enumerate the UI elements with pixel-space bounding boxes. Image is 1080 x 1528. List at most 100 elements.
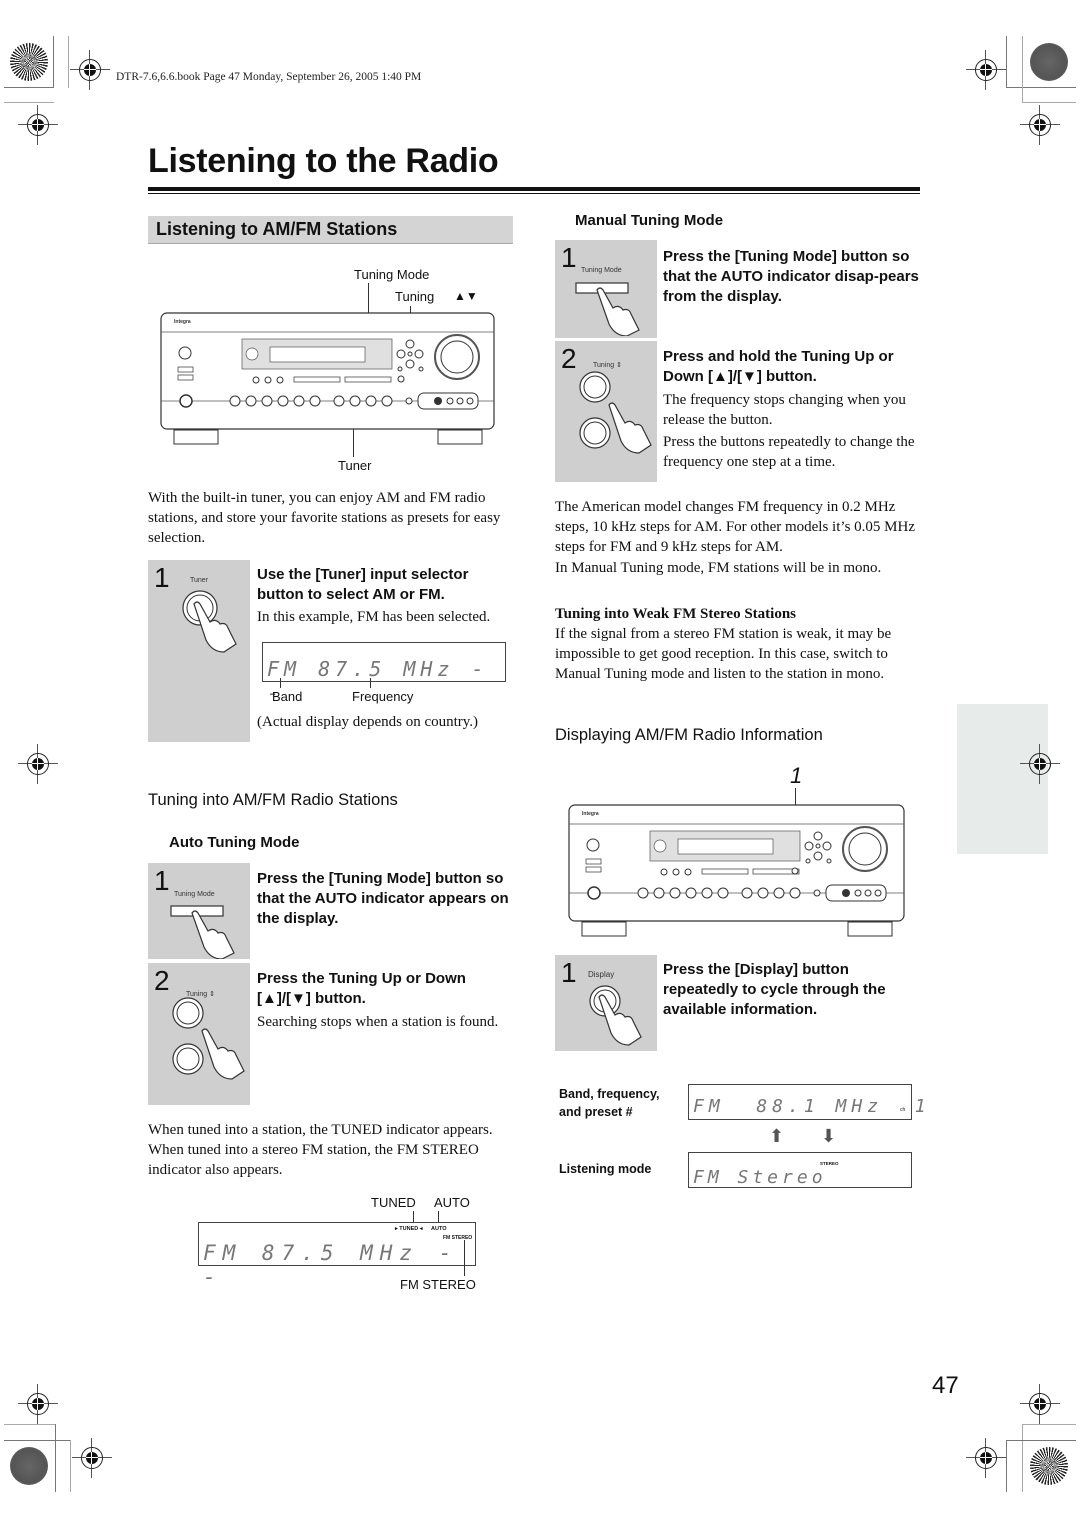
registration-mark bbox=[1020, 744, 1060, 784]
registration-starburst-top-left bbox=[10, 43, 48, 81]
step-number: 1 bbox=[154, 562, 170, 593]
lcd-display-tuned: ▸ TUNED ◂ AUTO FM STEREO FM 87.5 MHz -- bbox=[198, 1222, 476, 1289]
page-title: Listening to the Radio bbox=[148, 142, 499, 180]
finger-press-icon bbox=[182, 590, 237, 653]
auto-tuning-heading: Auto Tuning Mode bbox=[169, 834, 300, 851]
registration-mark bbox=[18, 744, 58, 784]
step-heading: Use the [Tuner] input selector button to… bbox=[257, 566, 469, 603]
tuned-callout: TUNED bbox=[371, 1195, 416, 1210]
step-number: 1 bbox=[561, 957, 577, 988]
intro-paragraph: With the built-in tuner, you can enjoy A… bbox=[148, 490, 501, 546]
display-row-label: Band, frequency, and preset # bbox=[559, 1087, 660, 1119]
step-size-note: The American model changes FM frequency … bbox=[555, 499, 915, 555]
finger-press-icon bbox=[579, 371, 652, 454]
section-title: Listening to AM/FM Stations bbox=[156, 219, 398, 239]
crop-line bbox=[70, 1440, 71, 1492]
page-number: 47 bbox=[932, 1372, 959, 1399]
crop-line bbox=[55, 1424, 56, 1492]
step-text: The frequency stops changing when you re… bbox=[663, 392, 906, 428]
tuned-paragraph: When tuned into a station, the TUNED ind… bbox=[148, 1122, 493, 1178]
crop-line bbox=[1006, 1440, 1076, 1441]
step-image-label: Tuning ⇕ bbox=[593, 362, 622, 369]
receiver-front-panel-image: Integra bbox=[160, 312, 495, 445]
callout-line bbox=[280, 678, 281, 688]
receiver-front-panel-image: Integra bbox=[568, 804, 905, 937]
step-image-tuning: 2 Tuning ⇕ bbox=[555, 341, 657, 482]
finger-press-icon bbox=[575, 282, 640, 336]
subsection-title: Displaying AM/FM Radio Information bbox=[555, 726, 823, 744]
fm-stereo-callout: FM STEREO bbox=[400, 1277, 476, 1292]
registration-mark bbox=[18, 105, 58, 145]
weak-stations-heading: Tuning into Weak FM Stereo Stations bbox=[555, 606, 797, 622]
lcd-display-listening-mode: STEREO FM Stereo bbox=[688, 1152, 912, 1188]
step-image-label: Display bbox=[588, 970, 615, 979]
crop-line bbox=[4, 1424, 56, 1425]
crop-line bbox=[1022, 1424, 1076, 1425]
crop-line bbox=[68, 36, 69, 88]
step-heading: Press and hold the Tuning Up or Down [▲]… bbox=[663, 348, 894, 385]
crop-line bbox=[1006, 87, 1076, 88]
crop-line bbox=[1006, 36, 1007, 88]
step-text: Press the buttons repeatedly to change t… bbox=[663, 434, 915, 470]
title-rule bbox=[148, 187, 920, 191]
lcd-display-frequency: FM 88.1 MHz 1 ch bbox=[688, 1084, 926, 1120]
lcd-text: FM 88.1 MHz 1 bbox=[693, 1096, 931, 1117]
frequency-label: Frequency bbox=[352, 689, 414, 704]
brand-logo: Integra bbox=[174, 319, 191, 325]
step-image-tuning: 2 Tuning ⇕ bbox=[148, 963, 250, 1105]
manual-tuning-heading: Manual Tuning Mode bbox=[575, 212, 724, 229]
callout-tuning-mode: Tuning Mode bbox=[354, 267, 430, 282]
finger-press-icon bbox=[589, 985, 642, 1046]
registration-mark bbox=[18, 1384, 58, 1424]
crop-line bbox=[4, 1440, 70, 1441]
step-heading: Press the [Display] button repeatedly to… bbox=[663, 961, 886, 1018]
subsection-title: Tuning into AM/FM Radio Stations bbox=[148, 791, 398, 809]
step-image-label: Tuner bbox=[190, 577, 209, 584]
callout-tuner: Tuner bbox=[338, 458, 372, 473]
step-image-label: Tuning Mode bbox=[174, 891, 215, 898]
registration-starburst-top-right bbox=[1030, 43, 1068, 81]
crop-line bbox=[4, 87, 54, 88]
step-image-display: 1 Display bbox=[555, 955, 657, 1051]
callout-number: 1 bbox=[790, 763, 803, 788]
step-image-tuner: 1 Tuner bbox=[148, 560, 250, 742]
channel-suffix: ch bbox=[900, 1107, 906, 1113]
step-number: 1 bbox=[561, 242, 577, 273]
print-metadata: DTR-7.6,6.6.book Page 47 Monday, Septemb… bbox=[116, 71, 422, 83]
auto-callout: AUTO bbox=[434, 1195, 470, 1210]
step-text: In this example, FM has been selected. bbox=[257, 609, 491, 625]
step-image-label: Tuning Mode bbox=[581, 267, 622, 274]
step-image-tuning-mode: 1 Tuning Mode bbox=[555, 240, 657, 338]
step-text: Searching stops when a station is found. bbox=[257, 1014, 499, 1030]
arrow-up-icon: ⬆ bbox=[769, 1126, 785, 1146]
crop-line bbox=[1022, 102, 1076, 103]
step-heading: Press the [Tuning Mode] button so that t… bbox=[663, 248, 919, 305]
finger-press-icon bbox=[170, 905, 235, 959]
display-row-label: Listening mode bbox=[559, 1162, 652, 1176]
step-heading: Press the Tuning Up or Down [▲]/[▼] butt… bbox=[257, 970, 466, 1007]
crop-line bbox=[1006, 1440, 1007, 1492]
finger-press-icon bbox=[172, 997, 245, 1080]
registration-mark bbox=[966, 1438, 1006, 1478]
crop-line bbox=[4, 102, 54, 103]
callout-line bbox=[370, 678, 371, 688]
registration-starburst-bottom-left bbox=[10, 1447, 48, 1485]
crop-line bbox=[1022, 36, 1023, 102]
mono-note: In Manual Tuning mode, FM stations will … bbox=[555, 560, 882, 576]
display-note: (Actual display depends on country.) bbox=[257, 714, 479, 730]
registration-starburst-bottom-right bbox=[1030, 1447, 1068, 1485]
brand-logo: Integra bbox=[582, 811, 599, 817]
band-label: Band bbox=[272, 689, 303, 704]
section-header: Listening to AM/FM Stations bbox=[148, 216, 513, 244]
callout-tuning: Tuning bbox=[395, 289, 435, 304]
registration-mark bbox=[966, 50, 1006, 90]
crop-line bbox=[53, 36, 54, 88]
weak-stations-text: If the signal from a stereo FM station i… bbox=[555, 626, 892, 682]
up-down-arrows-icon: ▲▼ bbox=[454, 289, 478, 303]
registration-mark bbox=[1020, 1384, 1060, 1424]
registration-mark bbox=[1020, 105, 1060, 145]
crop-line bbox=[1022, 1424, 1023, 1492]
step-image-tuning-mode: 1 Tuning Mode bbox=[148, 863, 250, 959]
auto-indicator: AUTO bbox=[431, 1226, 447, 1232]
title-rule bbox=[148, 193, 920, 194]
